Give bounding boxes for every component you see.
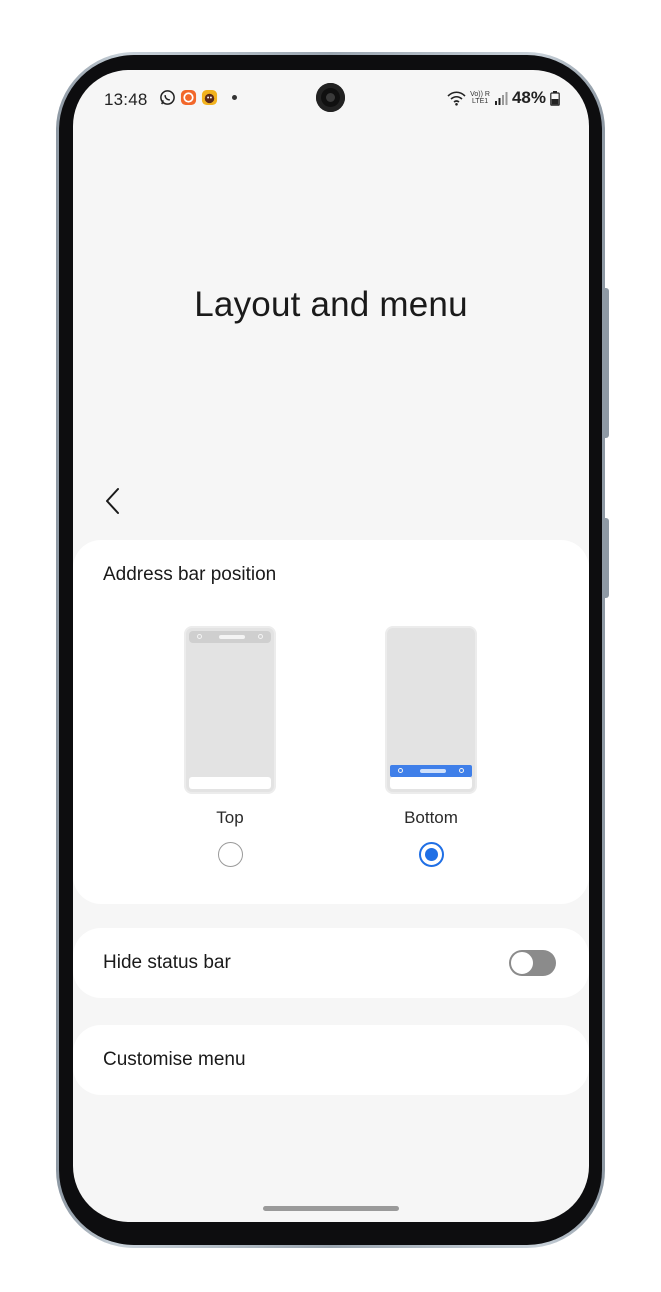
wifi-icon — [447, 90, 466, 106]
customise-menu-label: Customise menu — [103, 1049, 246, 1070]
top-preview-image — [184, 626, 276, 794]
signal-icon — [494, 92, 508, 105]
address-bar-position-card: Address bar position Top Bottom — [73, 540, 589, 904]
radio-bottom[interactable] — [418, 842, 444, 867]
volume-button — [604, 288, 609, 438]
hide-status-bar-label: Hide status bar — [103, 952, 231, 973]
preview-nav-bar — [189, 777, 271, 789]
power-button — [604, 518, 609, 598]
status-time: 13:48 — [104, 90, 148, 109]
lte-label: LTE1 — [471, 98, 489, 105]
back-button[interactable] — [99, 484, 127, 518]
bottom-preview-image — [385, 626, 477, 794]
volte-label: Vo)) R — [470, 91, 490, 98]
home-indicator[interactable] — [263, 1206, 399, 1211]
hide-status-bar-row[interactable]: Hide status bar — [73, 928, 589, 998]
preview-address-bar — [189, 631, 271, 643]
address-bar-position-label: Address bar position — [103, 564, 277, 585]
option-top[interactable]: Top — [165, 626, 295, 867]
status-bar: 13:48 Vo)) R LTE1 48% — [73, 70, 589, 128]
chevron-left-icon — [106, 488, 119, 514]
option-bottom[interactable]: Bottom — [366, 626, 496, 867]
option-bottom-label: Bottom — [404, 808, 458, 827]
system-status-icons: Vo)) R LTE1 48% — [447, 88, 560, 108]
page-title: Layout and menu — [194, 285, 468, 324]
network-labels: Vo)) R LTE1 — [470, 91, 490, 105]
orange-app-icon — [180, 89, 197, 106]
sweet-app-icon — [201, 89, 218, 106]
more-notifications-dot — [232, 95, 237, 100]
screen: 13:48 Vo)) R LTE1 48% Layout and menu Ad… — [73, 70, 589, 1222]
option-top-label: Top — [216, 808, 244, 827]
notification-icons — [159, 89, 237, 106]
radio-top[interactable] — [217, 842, 243, 867]
hide-status-bar-toggle[interactable] — [509, 950, 556, 976]
battery-percent: 48% — [511, 88, 546, 107]
battery-icon — [550, 90, 560, 106]
customise-menu-row[interactable]: Customise menu — [73, 1025, 589, 1095]
whatsapp-icon — [160, 90, 175, 105]
preview-nav-bar — [390, 777, 472, 789]
toggle-knob — [510, 951, 534, 975]
preview-address-bar — [390, 765, 472, 777]
front-camera — [316, 83, 345, 112]
